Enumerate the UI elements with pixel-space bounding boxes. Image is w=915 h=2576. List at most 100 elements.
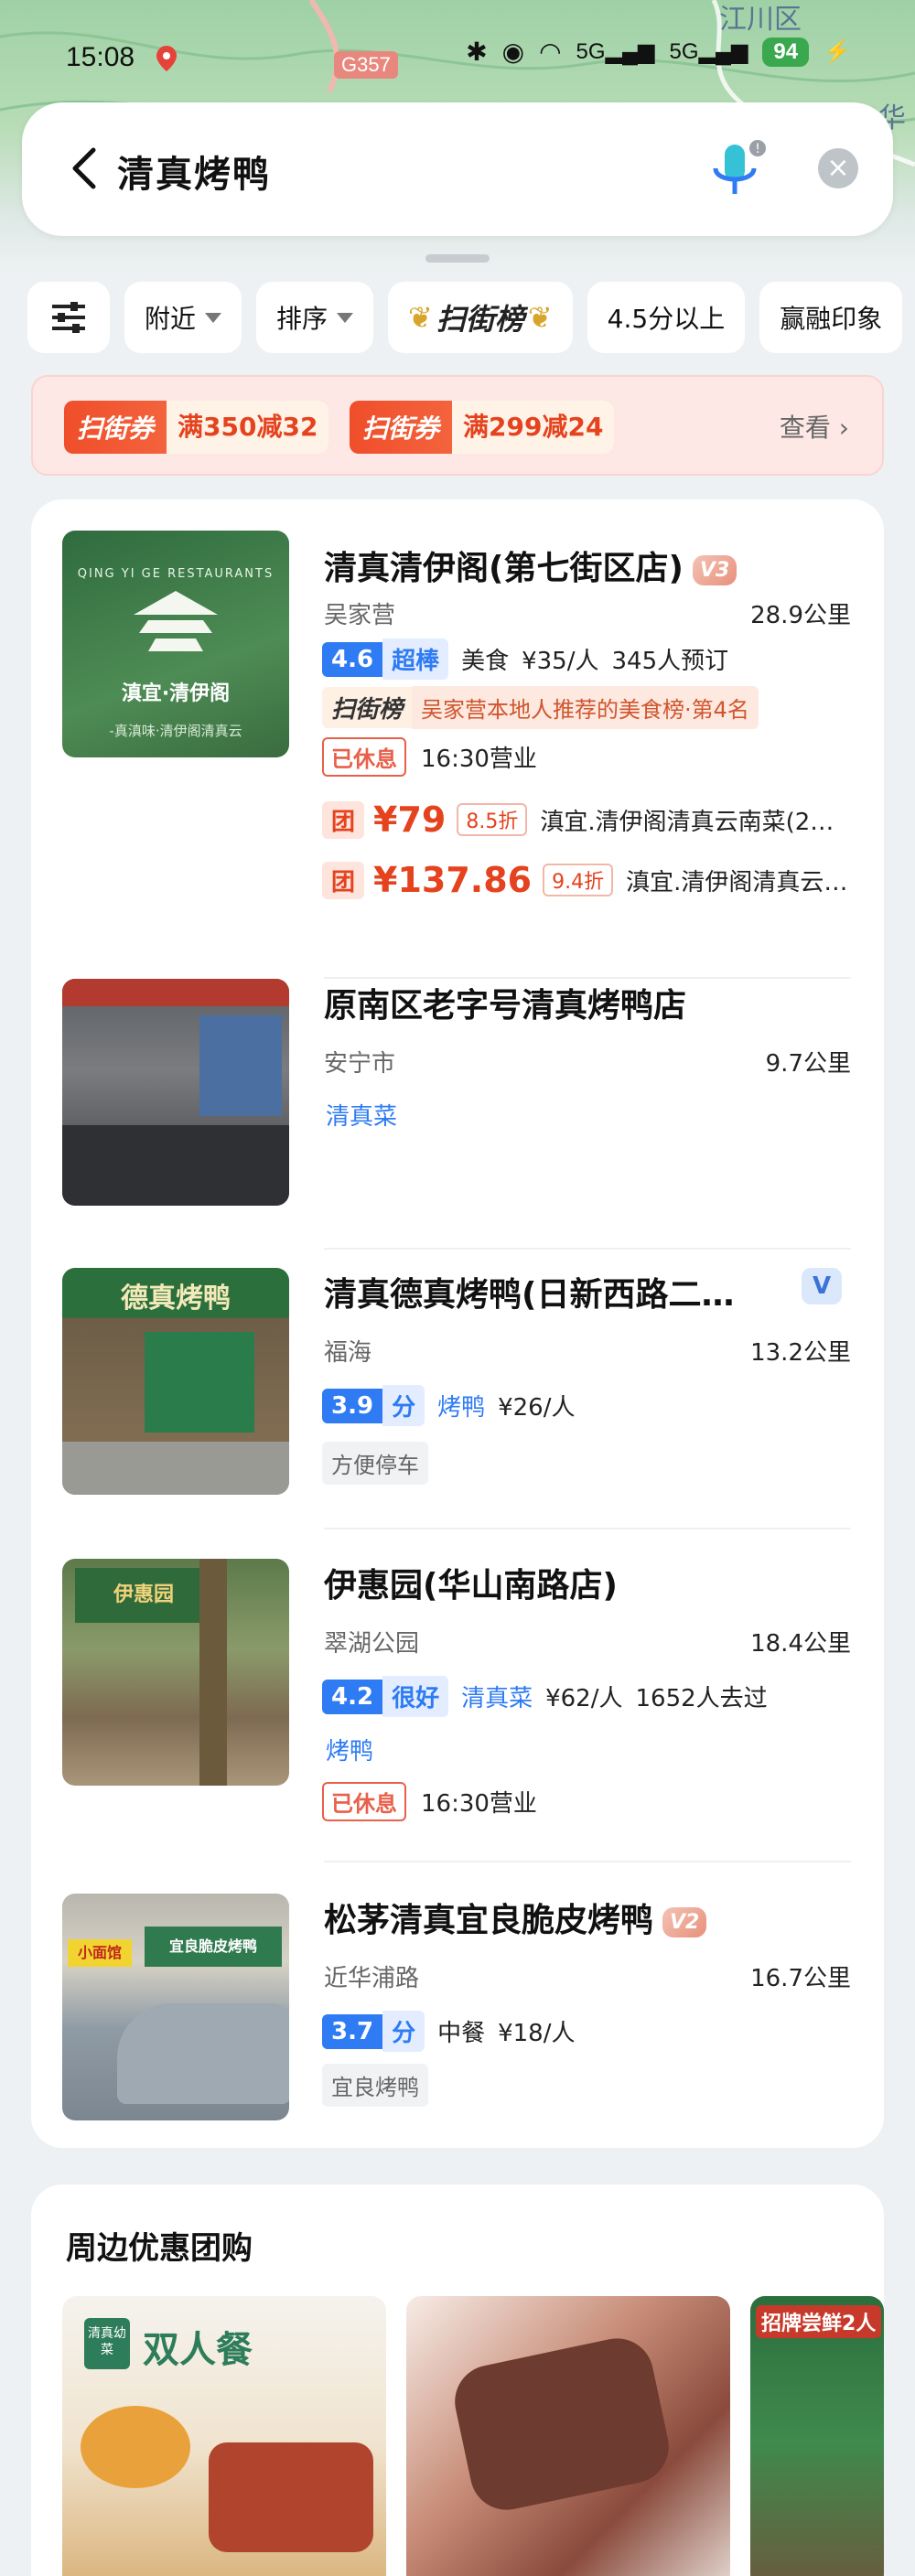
coupon-amount: 满350减32	[167, 401, 329, 454]
location-pin-icon	[156, 46, 177, 71]
result-item[interactable]: 原南区老字号清真烤鸭店 安宁市 9.7公里 清真菜	[31, 979, 884, 1250]
coupon-1[interactable]: 扫街券 满350减32	[64, 401, 329, 454]
price-text: ¥26/人	[498, 1394, 576, 1422]
group-deal-card[interactable]: 招牌尝鲜2人	[750, 2296, 884, 2576]
restaurant-distance: 9.7公里	[765, 1050, 851, 1078]
laurel-icon: ❦	[408, 300, 433, 335]
restaurant-thumbnail[interactable]: QING YI GE RESTAURANTS 滇宜·清伊阁 -真滇味·清伊阁清真…	[62, 531, 289, 757]
thumb-title: 德真烤鸭	[121, 1283, 231, 1315]
filter-nearby[interactable]: 附近	[124, 282, 242, 353]
result-item[interactable]: 小面馆 宜良脆皮烤鸭 松茅清真宜良脆皮烤鸭 V2 近华浦路 16.7公里 3.7 …	[31, 1894, 884, 2122]
filter-sort-label: 排序	[276, 304, 328, 334]
open-time: 16:30营业	[421, 1790, 537, 1818]
thumb-footer: -真滇味·清伊阁清真云	[109, 723, 242, 739]
cuisine-tag: 烤鸭	[326, 1738, 374, 1766]
rating-word: 很好	[382, 1676, 449, 1717]
restaurant-thumbnail[interactable]	[62, 979, 289, 1206]
restaurant-distance: 18.4公里	[750, 1630, 851, 1658]
group-deal-badge: 团	[322, 800, 365, 839]
business-status: 已休息 16:30营业	[322, 1782, 537, 1821]
search-bar[interactable]: 清真烤鸭 ! ×	[22, 102, 893, 236]
filter-rating[interactable]: 4.5分以上	[587, 282, 746, 353]
restaurant-distance: 16.7公里	[750, 1965, 851, 1992]
feature-tag: 方便停车	[322, 1442, 428, 1485]
divider	[324, 1861, 851, 1862]
card-label: 招牌尝鲜2人	[756, 2305, 882, 2338]
restaurant-thumbnail[interactable]: 伊惠园	[62, 1559, 289, 1786]
filter-brand[interactable]: 赢融印象	[759, 282, 903, 353]
chevron-down-icon	[205, 312, 222, 323]
restaurant-area: 安宁市	[324, 1050, 396, 1078]
divider	[324, 1528, 851, 1530]
chevron-right-icon: ›	[838, 413, 849, 443]
clear-search-button[interactable]: ×	[818, 148, 858, 188]
price-text: ¥35/人	[522, 648, 599, 675]
restaurant-name: 松茅清真宜良脆皮烤鸭 V2	[324, 1894, 836, 1941]
thumb-sign: 小面馆	[68, 1939, 132, 1967]
signal-icon: 5G▂▄▆	[576, 39, 655, 64]
restaurant-area: 吴家营	[324, 602, 396, 629]
filter-rank-label: 扫街榜	[436, 302, 524, 337]
voice-mic-icon[interactable]: !	[701, 135, 774, 209]
svg-text:!: !	[755, 142, 760, 156]
filter-brand-label: 赢融印象	[780, 304, 883, 334]
cuisine-tag: 清真菜	[326, 1103, 398, 1131]
category-text: 中餐	[437, 2020, 486, 2047]
restaurant-area: 近华浦路	[324, 1965, 420, 1992]
group-deal-card[interactable]	[406, 2296, 730, 2576]
coupon-view-more[interactable]: 查看 ›	[780, 408, 849, 445]
coupon-2[interactable]: 扫街券 满299减24	[350, 401, 615, 454]
restaurant-thumbnail[interactable]: 德真烤鸭	[62, 1268, 289, 1495]
booking-count: 345人预订	[611, 648, 729, 675]
restaurant-name: 伊惠园(华山南路店)	[324, 1567, 618, 1605]
signal2-icon: 5G▂▄▆	[669, 39, 748, 64]
rating-score: 4.2	[322, 1679, 383, 1714]
drag-handle[interactable]	[425, 254, 490, 263]
rank-tag[interactable]: 扫街榜 吴家营本地人推荐的美食榜·第4名	[322, 686, 759, 729]
result-item[interactable]: 德真烤鸭 清真德真烤鸭(日新西路二… V 福海 13.2公里 3.9 分 烤鸭 …	[31, 1268, 884, 1530]
thumb-title: 伊惠园	[75, 1568, 212, 1623]
visit-count: 1652人去过	[635, 1685, 768, 1712]
price-text: ¥18/人	[498, 2020, 576, 2047]
category-text: 烤鸭	[437, 1394, 486, 1422]
status-time: 15:08	[66, 42, 135, 72]
cuisine-tag: 宜良烤鸭	[322, 2064, 428, 2107]
rating-score: 4.6	[322, 641, 383, 677]
deal-title: 滇宜.清伊阁清真云南菜(2…	[540, 808, 834, 836]
search-query[interactable]: 清真烤鸭	[117, 145, 271, 198]
group-deal-card[interactable]: 清真幼菜 双人餐	[62, 2296, 386, 2576]
category-text: 美食	[461, 648, 510, 675]
back-arrow-icon[interactable]	[59, 141, 113, 196]
filter-rating-label: 4.5分以上	[607, 304, 726, 334]
location-icon: ◉	[501, 38, 525, 66]
result-item[interactable]: QING YI GE RESTAURANTS 滇宜·清伊阁 -真滇味·清伊阁清真…	[31, 531, 884, 979]
restaurant-distance: 13.2公里	[750, 1339, 851, 1367]
filter-settings-button[interactable]	[27, 282, 110, 353]
rating-word: 分	[382, 1385, 425, 1426]
charging-icon: ⚡	[824, 39, 851, 64]
deal-title: 滇宜.清伊阁清真云…	[626, 868, 848, 896]
deal-row[interactable]: 团 ¥137.86 9.4折 滇宜.清伊阁清真云…	[322, 860, 891, 900]
thumb-title: 滇宜·清伊阁	[121, 682, 231, 705]
coupon-bar[interactable]: 扫街券 满350减32 扫街券 满299减24 查看 ›	[31, 375, 884, 476]
coupon-amount: 满299减24	[452, 401, 615, 454]
bluetooth-icon: ✱	[466, 38, 488, 66]
deal-discount: 8.5折	[457, 803, 528, 836]
filter-sort[interactable]: 排序	[256, 282, 374, 353]
restaurant-area: 翠湖公园	[324, 1630, 420, 1658]
result-item[interactable]: 伊惠园 伊惠园(华山南路店) 翠湖公园 18.4公里 4.2 很好 清真菜 ¥6…	[31, 1559, 884, 1862]
rating-row: 4.6 超棒 美食 ¥35/人 345人预订	[322, 639, 741, 680]
restaurant-thumbnail[interactable]: 小面馆 宜良脆皮烤鸭	[62, 1894, 289, 2120]
restaurant-distance: 28.9公里	[750, 602, 851, 629]
closed-badge: 已休息	[322, 1782, 406, 1821]
level-badge: V3	[692, 554, 737, 585]
group-deal-badge: 团	[322, 861, 365, 899]
laurel-icon: ❦	[527, 300, 553, 335]
rating-row: 3.7 分 中餐 ¥18/人	[322, 2011, 587, 2052]
rating-score: 3.7	[322, 2013, 383, 2049]
price-text: ¥62/人	[545, 1685, 623, 1712]
deal-row[interactable]: 团 ¥79 8.5折 滇宜.清伊阁清真云南菜(2…	[322, 800, 869, 840]
filter-rank[interactable]: ❦ 扫街榜 ❦	[388, 282, 573, 353]
filter-nearby-label: 附近	[145, 304, 197, 334]
divider	[324, 1248, 851, 1250]
